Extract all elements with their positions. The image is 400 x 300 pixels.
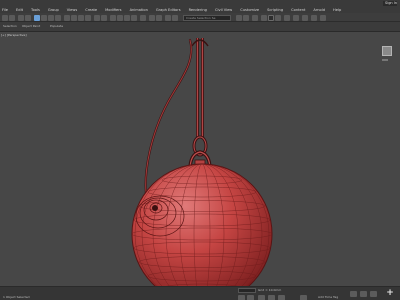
key-mode-icon[interactable]: [268, 294, 275, 300]
render-setup-icon[interactable]: [261, 14, 267, 21]
unlink-icon[interactable]: [25, 14, 31, 21]
sign-in-button[interactable]: Sign In: [383, 1, 397, 6]
edit-named-selection-icon[interactable]: [140, 14, 146, 21]
main-toolbar: Create Selection Se: [0, 13, 400, 22]
add-keyframe-icon[interactable]: +: [386, 289, 394, 298]
select-scale-icon[interactable]: [78, 14, 84, 21]
menu-item-animation[interactable]: Animation: [130, 8, 148, 12]
status-text: 1 Object Selected: [3, 295, 30, 299]
ball: [131, 163, 273, 286]
select-place-icon[interactable]: [85, 14, 91, 21]
menu-item-views[interactable]: Views: [67, 8, 77, 12]
menu-item-create[interactable]: Create: [85, 8, 97, 12]
tab-object-paint[interactable]: Object Paint: [22, 24, 40, 28]
selection-set-dropdown[interactable]: Create Selection Se: [183, 14, 231, 21]
scene-explorer-icon[interactable]: [172, 14, 178, 21]
menu-item-group[interactable]: Group: [48, 8, 59, 12]
tab-selection[interactable]: Selection: [3, 24, 17, 28]
align-icon[interactable]: [156, 14, 162, 21]
link-icon[interactable]: [18, 14, 24, 21]
grid-readout: Grid = 10.0mm: [258, 288, 282, 292]
menu-item-tools[interactable]: Tools: [31, 8, 40, 12]
arnold-render-icon[interactable]: [284, 14, 290, 21]
render-shot-icon[interactable]: [311, 14, 317, 21]
undo-icon[interactable]: [2, 14, 8, 21]
zoom-icon[interactable]: [350, 291, 357, 297]
layer-explorer-icon[interactable]: [165, 14, 171, 21]
menu-item-help[interactable]: Help: [333, 8, 341, 12]
pivot-center-icon[interactable]: [101, 14, 107, 21]
perspective-viewport[interactable]: [+] [Perspective]: [0, 32, 400, 286]
x-coordinate-field[interactable]: [238, 288, 256, 293]
menu-item-content[interactable]: Content: [291, 8, 305, 12]
menu-item-graph-editors[interactable]: Graph Editors: [156, 8, 181, 12]
menu-item-edit[interactable]: Edit: [16, 8, 23, 12]
select-by-name-icon[interactable]: [41, 14, 47, 21]
zoom-all-icon[interactable]: [360, 291, 367, 297]
menu-item-civil-view[interactable]: Civil View: [215, 8, 232, 12]
menu-item-file[interactable]: File: [2, 8, 8, 12]
select-rotate-icon[interactable]: [71, 14, 77, 21]
auto-key-button[interactable]: [238, 294, 245, 300]
pan-view-icon[interactable]: [370, 291, 377, 297]
mirror-icon[interactable]: [149, 14, 155, 21]
render-production-icon[interactable]: [275, 14, 281, 21]
menu-item-rendering[interactable]: Rendering: [189, 8, 207, 12]
rendered-frame-window-icon[interactable]: [268, 14, 274, 21]
select-object-icon[interactable]: [34, 14, 40, 21]
time-config-icon[interactable]: [278, 294, 285, 300]
set-key-button[interactable]: [247, 294, 254, 300]
curve-editor-icon[interactable]: [236, 14, 242, 21]
rectangular-selection-icon[interactable]: [48, 14, 54, 21]
redo-icon[interactable]: [9, 14, 15, 21]
schematic-view-icon[interactable]: [243, 14, 249, 21]
key-filters-icon[interactable]: [258, 294, 265, 300]
playback-icon[interactable]: [300, 294, 307, 300]
material-editor-icon[interactable]: [252, 14, 258, 21]
menu-item-customize[interactable]: Customize: [240, 8, 259, 12]
reference-coordinate-icon[interactable]: [94, 14, 100, 21]
menu-item-modifiers[interactable]: Modifiers: [105, 8, 121, 12]
percent-snap-icon[interactable]: [124, 14, 130, 21]
select-move-icon[interactable]: [64, 14, 70, 21]
wrecking-ball-model[interactable]: [0, 32, 400, 286]
spinner-snap-icon[interactable]: [131, 14, 137, 21]
status-bar: 1 Object Selected Grid = 10.0mm Add Time…: [0, 286, 400, 300]
tab-populate[interactable]: Populate: [50, 24, 63, 28]
snap-toggle-icon[interactable]: [110, 14, 116, 21]
quick-render-icon[interactable]: [302, 14, 308, 21]
title-bar: Sign In: [0, 0, 400, 7]
angle-snap-icon[interactable]: [117, 14, 123, 21]
ribbon: Selection Object Paint Populate: [0, 22, 400, 32]
active-shade-icon[interactable]: [320, 14, 326, 21]
add-time-tag[interactable]: Add Time Tag: [318, 295, 338, 299]
menu-item-scripting[interactable]: Scripting: [267, 8, 283, 12]
render-iterative-icon[interactable]: [293, 14, 299, 21]
window-crossing-icon[interactable]: [55, 14, 61, 21]
hook-rods: [191, 38, 209, 138]
menu-item-arnold[interactable]: Arnold: [313, 8, 325, 12]
